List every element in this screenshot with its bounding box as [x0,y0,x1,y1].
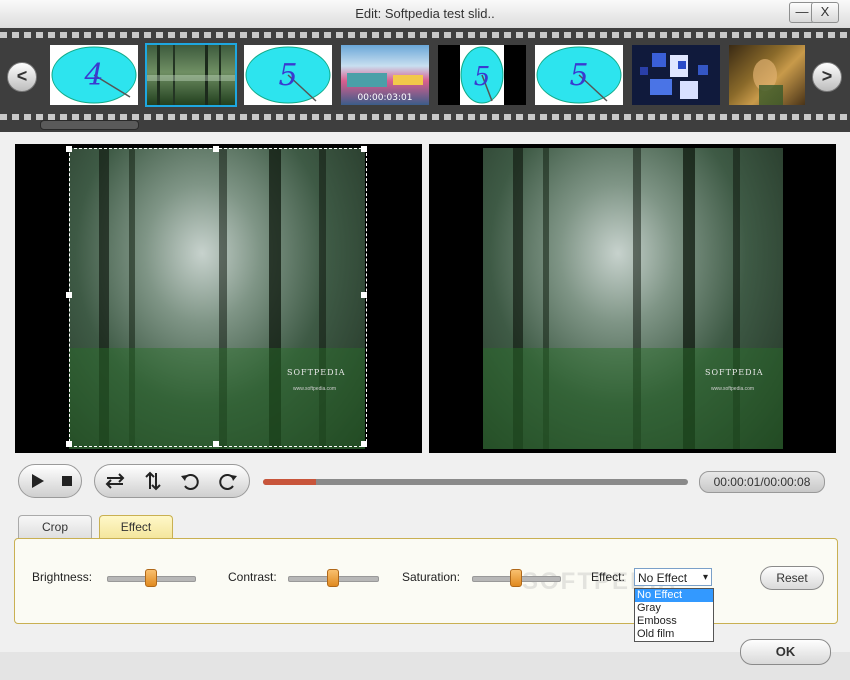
rotate-left-button[interactable] [178,469,202,493]
brightness-label: Brightness: [32,570,93,584]
thumbnail-slide-8[interactable] [729,45,805,105]
playback-progress-fill [263,479,317,485]
thumbnail-slide-7[interactable] [632,45,720,105]
slide-digit: 4 [83,58,103,93]
output-forest-image: SOFTPEDIA www.softpedia.com [483,148,783,449]
crop-handle-top-right[interactable] [361,146,367,152]
slide-digit: 5 [569,58,588,93]
effect-option-emboss[interactable]: Emboss [635,615,713,628]
reset-button[interactable]: Reset [760,566,824,590]
stop-icon [62,476,72,486]
thumbnail-slide-2-selected[interactable] [145,43,237,107]
image-watermark: SOFTPEDIA [705,368,764,377]
brightness-slider-handle[interactable] [145,569,157,587]
forest-image [147,45,235,105]
source-preview-panel: SOFTPEDIA www.softpedia.com [15,144,422,453]
effect-dropdown-list: No Effect Gray Emboss Old film [634,588,714,642]
contrast-slider-handle[interactable] [327,569,339,587]
filmstrip-scrollbar-thumb[interactable] [40,120,139,130]
thumbnail-slide-1[interactable]: 4 [50,45,138,105]
playback-progress-bar[interactable] [263,479,688,485]
film-holes-top [0,32,850,38]
effect-label: Effect: [591,570,625,584]
next-arrow-button[interactable]: > [812,62,842,92]
thumbnail-slide-3[interactable]: 5 [244,45,332,105]
filmstrip: < > 4 5 00:00:03:01 5 5 [0,28,850,132]
stop-button[interactable] [55,469,79,493]
chevron-down-icon: ▾ [702,572,708,583]
flip-horizontal-button[interactable] [103,469,127,493]
slide-digit: 5 [474,62,491,92]
bottom-bar [0,652,850,680]
chevron-left-icon: < [16,66,28,86]
saturation-label: Saturation: [402,570,461,584]
clock-slide-graphic: 4 [51,46,137,104]
thumbnail-slide-5[interactable]: 5 [438,45,526,105]
tab-effect[interactable]: Effect [99,515,173,540]
video-duration-label: 00:00:03:01 [357,93,413,103]
chevron-right-icon: > [821,66,833,86]
image-watermark-url: www.softpedia.com [711,386,755,392]
blocks-graphic-image [640,53,708,99]
window-title: Edit: Softpedia test slid.. [355,6,495,21]
thumbnail-video-clip[interactable]: 00:00:03:01 [341,45,429,105]
photo-image [753,59,783,105]
effect-option-gray[interactable]: Gray [635,602,713,615]
output-preview-panel: SOFTPEDIA www.softpedia.com [429,144,836,453]
rotate-right-icon [219,474,237,490]
thumbnail-slide-6[interactable]: 5 [535,45,623,105]
ok-button[interactable]: OK [740,639,831,665]
crop-handle-top[interactable] [213,146,219,152]
contrast-label: Contrast: [228,570,277,584]
crop-box[interactable] [69,148,367,447]
play-button[interactable] [25,469,49,493]
play-icon [32,474,44,488]
effect-select-value: No Effect [638,571,688,585]
crop-handle-bottom-left[interactable] [66,441,72,447]
saturation-slider-handle[interactable] [510,569,522,587]
crop-handle-right[interactable] [361,292,367,298]
title-bar: Edit: Softpedia test slid.. — X [0,0,850,29]
clock-slide-graphic: 5 [460,45,504,105]
flip-vertical-button[interactable] [141,469,165,493]
effect-option-no-effect[interactable]: No Effect [635,589,713,602]
rotate-right-button[interactable] [216,469,240,493]
crop-handle-left[interactable] [66,292,72,298]
time-display: 00:00:01/00:00:08 [699,471,825,493]
slide-digit: 5 [278,58,297,93]
crop-handle-bottom-right[interactable] [361,441,367,447]
crop-handle-top-left[interactable] [66,146,72,152]
crop-handle-bottom[interactable] [213,441,219,447]
effect-option-old-film[interactable]: Old film [635,628,713,641]
effect-select[interactable]: No Effect ▾ [634,568,712,586]
prev-arrow-button[interactable]: < [7,62,37,92]
flip-vertical-icon [145,471,161,491]
flip-horizontal-icon [105,473,125,489]
clock-slide-graphic: 5 [536,46,622,104]
clock-slide-graphic: 5 [245,46,331,104]
close-button[interactable]: X [811,2,839,23]
tab-crop[interactable]: Crop [18,515,92,539]
rotate-left-icon [181,474,199,490]
